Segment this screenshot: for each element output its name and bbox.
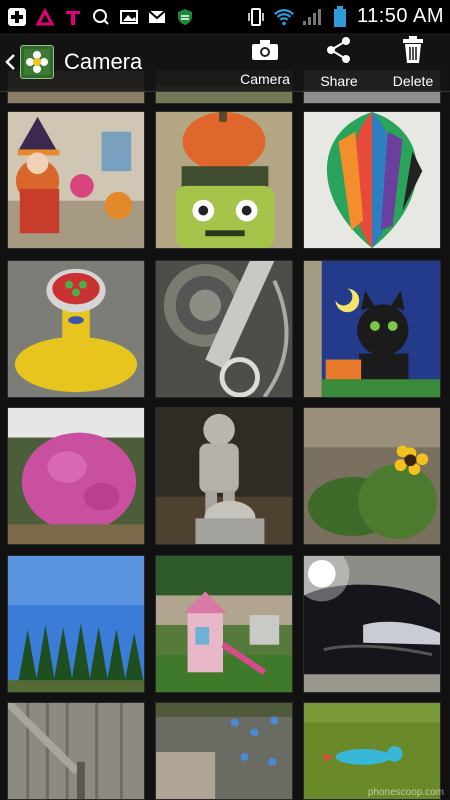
photo-tile-black-car[interactable] xyxy=(303,555,441,693)
photo-tile-pink-mums[interactable] xyxy=(7,407,145,545)
wifi-icon xyxy=(273,7,295,27)
share-button[interactable]: Share xyxy=(302,33,376,91)
trash-icon xyxy=(401,35,425,69)
gallery-app-icon xyxy=(20,45,54,79)
plus-icon xyxy=(6,7,28,27)
page-title: Camera xyxy=(64,49,143,74)
photo-tile-bicycle-gears[interactable] xyxy=(155,260,293,398)
share-button-label: Share xyxy=(320,72,358,89)
photo-tile-playhouse[interactable] xyxy=(155,555,293,693)
signal-icon xyxy=(301,7,323,27)
clock: 11:50 AM xyxy=(356,5,444,27)
photo-tile-evergreen-trees[interactable] xyxy=(7,555,145,693)
delete-button[interactable]: Delete xyxy=(376,33,450,91)
watermark: phonescoop.com xyxy=(367,787,444,798)
camera-button[interactable]: Camera xyxy=(228,33,302,91)
camera-icon xyxy=(250,38,280,67)
q-icon xyxy=(90,7,112,27)
vibrate-icon xyxy=(245,7,267,27)
photo-tile-striped-balloon[interactable] xyxy=(303,111,441,249)
photo-tile-black-cat-flag[interactable] xyxy=(303,260,441,398)
gallery-icon xyxy=(118,7,140,27)
photo-tile-black-eyed-susans[interactable] xyxy=(303,407,441,545)
photo-tile-pumpkin-frankenstein[interactable] xyxy=(155,111,293,249)
action-bar: Camera Camera Share Delete xyxy=(0,33,450,92)
photo-tile-barn-door[interactable] xyxy=(7,702,145,800)
share-icon xyxy=(325,36,353,69)
chevron-left-icon xyxy=(4,52,16,72)
photo-tile-yellow-toy[interactable] xyxy=(7,260,145,398)
photo-grid: phonescoop.com xyxy=(0,0,450,800)
tmobile-icon xyxy=(62,7,84,27)
delete-button-label: Delete xyxy=(392,72,434,89)
gmail-icon xyxy=(146,7,168,27)
photo-tile-rock-garden[interactable] xyxy=(155,702,293,800)
back-button[interactable] xyxy=(0,33,54,91)
photo-tile-blue-bowling-pin[interactable] xyxy=(303,702,441,800)
status-bar: 11:50 AM xyxy=(0,0,450,33)
camera-button-label: Camera xyxy=(240,70,290,87)
battery-icon xyxy=(329,5,351,27)
photo-tile-witch-doll[interactable] xyxy=(7,111,145,249)
photo-tile-stone-statue[interactable] xyxy=(155,407,293,545)
tmobile-signal-icon xyxy=(34,7,56,27)
shield-icon xyxy=(174,7,196,27)
